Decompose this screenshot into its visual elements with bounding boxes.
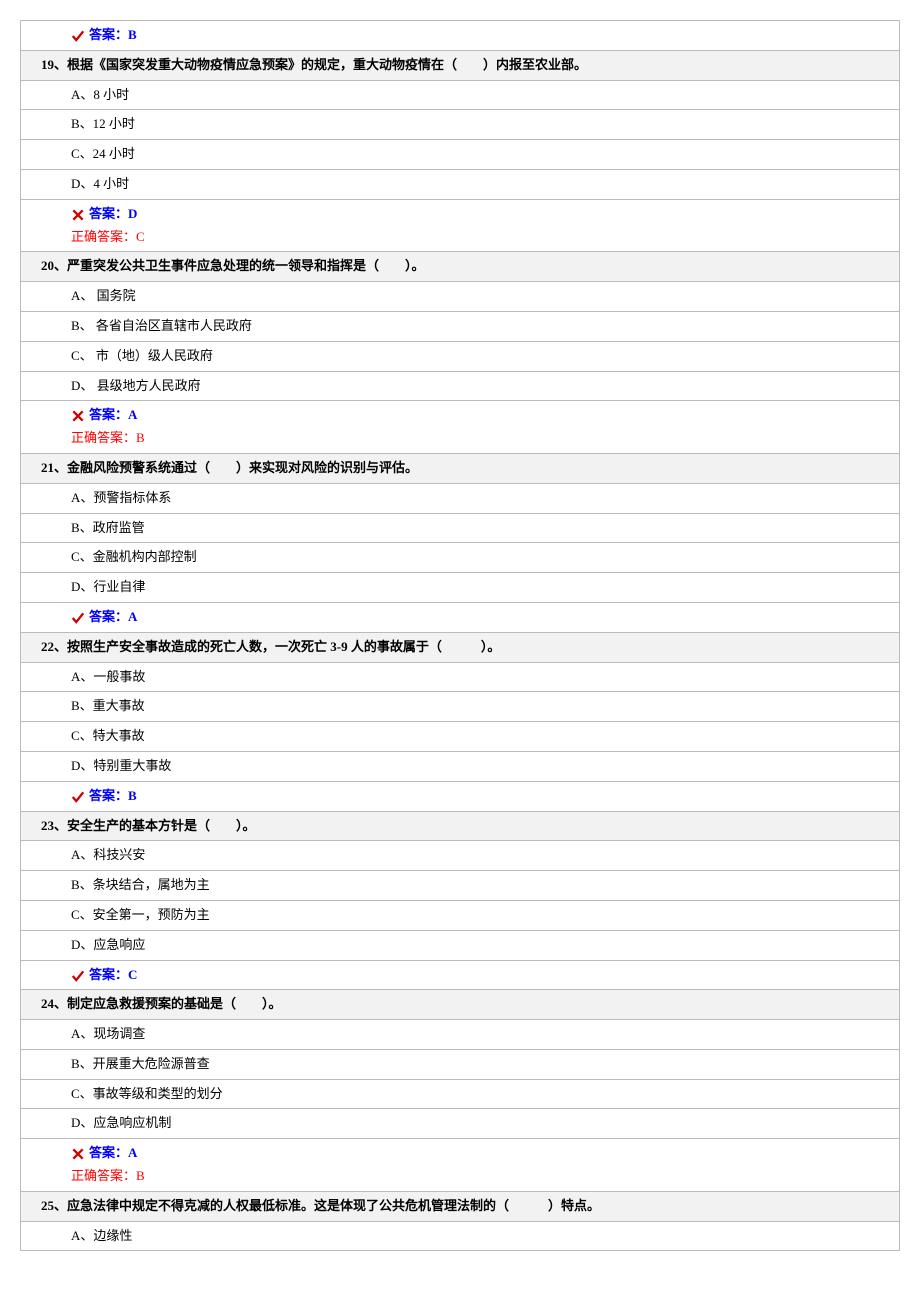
option-text: D、4 小时 [21, 169, 900, 199]
option-text: A、边缘性 [21, 1221, 900, 1251]
option-row: A、 国务院 [21, 282, 900, 312]
answer-cell: 答案：B [21, 21, 900, 51]
question-row: 20、严重突发公共卫生事件应急处理的统一领导和指挥是（ ）。 [21, 252, 900, 282]
option-row: C、24 小时 [21, 140, 900, 170]
cross-icon [71, 1147, 85, 1161]
question-text: 22、按照生产安全事故造成的死亡人数，一次死亡 3-9 人的事故属于（ ）。 [21, 632, 900, 662]
question-text: 25、应急法律中规定不得克减的人权最低标准。这是体现了公共危机管理法制的（ ）特… [21, 1191, 900, 1221]
question-text: 20、严重突发公共卫生事件应急处理的统一领导和指挥是（ ）。 [21, 252, 900, 282]
option-row: B、 各省自治区直辖市人民政府 [21, 311, 900, 341]
option-row: B、条块结合，属地为主 [21, 871, 900, 901]
correct-answer-label: 正确答案：B [71, 1166, 893, 1187]
option-row: B、12 小时 [21, 110, 900, 140]
option-row: A、8 小时 [21, 80, 900, 110]
question-text: 23、安全生产的基本方针是（ ）。 [21, 811, 900, 841]
check-icon [71, 790, 85, 804]
question-row: 19、根据《国家突发重大动物疫情应急预案》的规定，重大动物疫情在（ ）内报至农业… [21, 50, 900, 80]
answer-cell: 答案：A 正确答案：B [21, 1139, 900, 1192]
option-row: A、科技兴安 [21, 841, 900, 871]
option-text: A、预警指标体系 [21, 483, 900, 513]
user-answer-label: 答案：C [89, 967, 137, 982]
option-row: C、特大事故 [21, 722, 900, 752]
answer-row: 答案：D 正确答案：C [21, 199, 900, 252]
answer-row: 答案：A [21, 602, 900, 632]
quiz-table: 答案：B 19、根据《国家突发重大动物疫情应急预案》的规定，重大动物疫情在（ ）内… [20, 20, 900, 1251]
option-text: C、事故等级和类型的划分 [21, 1079, 900, 1109]
option-row: D、行业自律 [21, 573, 900, 603]
option-row: D、4 小时 [21, 169, 900, 199]
option-text: A、现场调查 [21, 1020, 900, 1050]
option-row: D、特别重大事故 [21, 751, 900, 781]
answer-cell: 答案：B [21, 781, 900, 811]
cross-icon [71, 409, 85, 423]
check-icon [71, 969, 85, 983]
option-row: D、应急响应 [21, 930, 900, 960]
option-text: B、 各省自治区直辖市人民政府 [21, 311, 900, 341]
option-row: A、边缘性 [21, 1221, 900, 1251]
option-text: D、特别重大事故 [21, 751, 900, 781]
option-text: A、科技兴安 [21, 841, 900, 871]
user-answer-label: 答案：B [89, 27, 137, 42]
question-row: 25、应急法律中规定不得克减的人权最低标准。这是体现了公共危机管理法制的（ ）特… [21, 1191, 900, 1221]
option-row: D、 县级地方人民政府 [21, 371, 900, 401]
option-row: C、 市（地）级人民政府 [21, 341, 900, 371]
option-text: D、行业自律 [21, 573, 900, 603]
option-text: C、特大事故 [21, 722, 900, 752]
option-text: D、应急响应 [21, 930, 900, 960]
answer-cell: 答案：C [21, 960, 900, 990]
option-text: B、12 小时 [21, 110, 900, 140]
option-text: B、政府监管 [21, 513, 900, 543]
answer-row: 答案：C [21, 960, 900, 990]
option-text: B、条块结合，属地为主 [21, 871, 900, 901]
option-row: B、重大事故 [21, 692, 900, 722]
question-row: 21、金融风险预警系统通过（ ）来实现对风险的识别与评估。 [21, 453, 900, 483]
answer-cell: 答案：D 正确答案：C [21, 199, 900, 252]
option-text: A、8 小时 [21, 80, 900, 110]
option-row: C、事故等级和类型的划分 [21, 1079, 900, 1109]
answer-row: 答案：B [21, 781, 900, 811]
check-icon [71, 29, 85, 43]
option-text: D、 县级地方人民政府 [21, 371, 900, 401]
answer-row: 答案：A 正确答案：B [21, 1139, 900, 1192]
question-text: 24、制定应急救援预案的基础是（ ）。 [21, 990, 900, 1020]
answer-row: 答案：A 正确答案：B [21, 401, 900, 454]
correct-answer-label: 正确答案：B [71, 428, 893, 449]
user-answer-label: 答案：A [89, 609, 137, 624]
question-row: 22、按照生产安全事故造成的死亡人数，一次死亡 3-9 人的事故属于（ ）。 [21, 632, 900, 662]
option-row: A、现场调查 [21, 1020, 900, 1050]
option-row: D、应急响应机制 [21, 1109, 900, 1139]
user-answer-label: 答案：A [89, 407, 137, 422]
question-text: 19、根据《国家突发重大动物疫情应急预案》的规定，重大动物疫情在（ ）内报至农业… [21, 50, 900, 80]
cross-icon [71, 208, 85, 222]
option-row: C、安全第一，预防为主 [21, 900, 900, 930]
option-text: A、 国务院 [21, 282, 900, 312]
option-text: C、24 小时 [21, 140, 900, 170]
option-row: C、金融机构内部控制 [21, 543, 900, 573]
option-text: A、一般事故 [21, 662, 900, 692]
user-answer-label: 答案：A [89, 1145, 137, 1160]
user-answer-label: 答案：D [89, 206, 137, 221]
question-row: 23、安全生产的基本方针是（ ）。 [21, 811, 900, 841]
check-icon [71, 611, 85, 625]
option-row: A、预警指标体系 [21, 483, 900, 513]
answer-row: 答案：B [21, 21, 900, 51]
option-text: C、安全第一，预防为主 [21, 900, 900, 930]
option-row: B、政府监管 [21, 513, 900, 543]
option-row: B、开展重大危险源普查 [21, 1049, 900, 1079]
option-text: D、应急响应机制 [21, 1109, 900, 1139]
option-text: C、 市（地）级人民政府 [21, 341, 900, 371]
question-row: 24、制定应急救援预案的基础是（ ）。 [21, 990, 900, 1020]
correct-answer-label: 正确答案：C [71, 227, 893, 248]
option-text: B、重大事故 [21, 692, 900, 722]
option-text: C、金融机构内部控制 [21, 543, 900, 573]
question-text: 21、金融风险预警系统通过（ ）来实现对风险的识别与评估。 [21, 453, 900, 483]
user-answer-label: 答案：B [89, 788, 137, 803]
option-row: A、一般事故 [21, 662, 900, 692]
answer-cell: 答案：A 正确答案：B [21, 401, 900, 454]
answer-cell: 答案：A [21, 602, 900, 632]
option-text: B、开展重大危险源普查 [21, 1049, 900, 1079]
